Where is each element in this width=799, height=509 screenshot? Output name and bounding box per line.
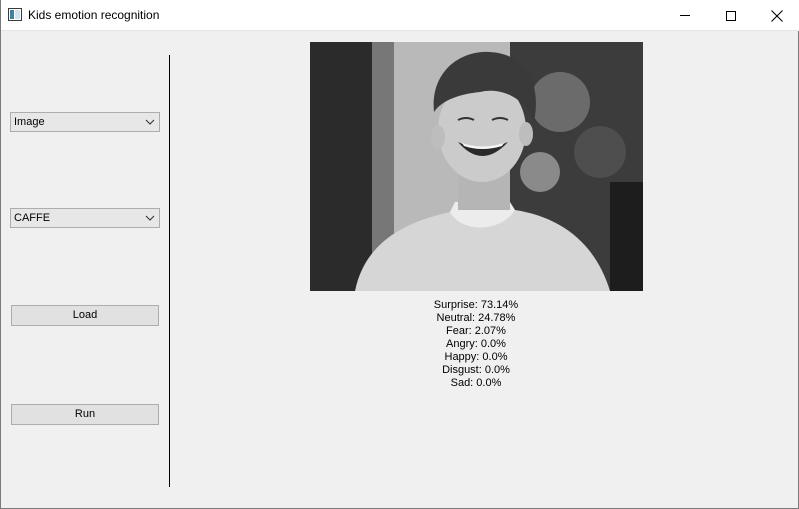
portrait-photo: [310, 42, 643, 291]
run-button[interactable]: Run: [11, 404, 159, 425]
window-title: Kids emotion recognition: [28, 8, 160, 22]
result-line: Neutral: 24.78%: [436, 312, 516, 324]
maximize-button[interactable]: [708, 0, 754, 31]
chevron-down-icon: [145, 119, 155, 125]
vertical-divider: [169, 55, 170, 487]
maximize-icon: [726, 10, 736, 21]
result-line: Surprise: 73.14%: [433, 299, 519, 311]
close-button[interactable]: [754, 0, 799, 31]
title-bar[interactable]: Kids emotion recognition: [1, 0, 799, 31]
chevron-down-icon: [145, 215, 155, 221]
result-line: Angry: 0.0%: [446, 338, 506, 350]
minimize-icon: [680, 15, 690, 16]
result-line: Happy: 0.0%: [444, 351, 508, 363]
model-select-value: CAFFE: [14, 212, 51, 224]
preview-image: [310, 42, 643, 291]
minimize-button[interactable]: [662, 0, 708, 31]
emotion-results: Surprise: 73.14% Neutral: 24.78% Fear: 2…: [381, 299, 571, 390]
result-line: Sad: 0.0%: [450, 377, 502, 389]
app-window-icon: [8, 8, 22, 21]
source-select[interactable]: Image: [10, 112, 160, 132]
result-line: Fear: 2.07%: [446, 325, 506, 337]
close-icon: [771, 9, 783, 22]
app-window: Kids emotion recognition Image CAFFE Loa…: [0, 0, 799, 509]
model-select[interactable]: CAFFE: [10, 208, 160, 228]
result-line: Disgust: 0.0%: [442, 364, 510, 376]
load-button[interactable]: Load: [11, 305, 159, 326]
source-select-value: Image: [14, 116, 45, 128]
